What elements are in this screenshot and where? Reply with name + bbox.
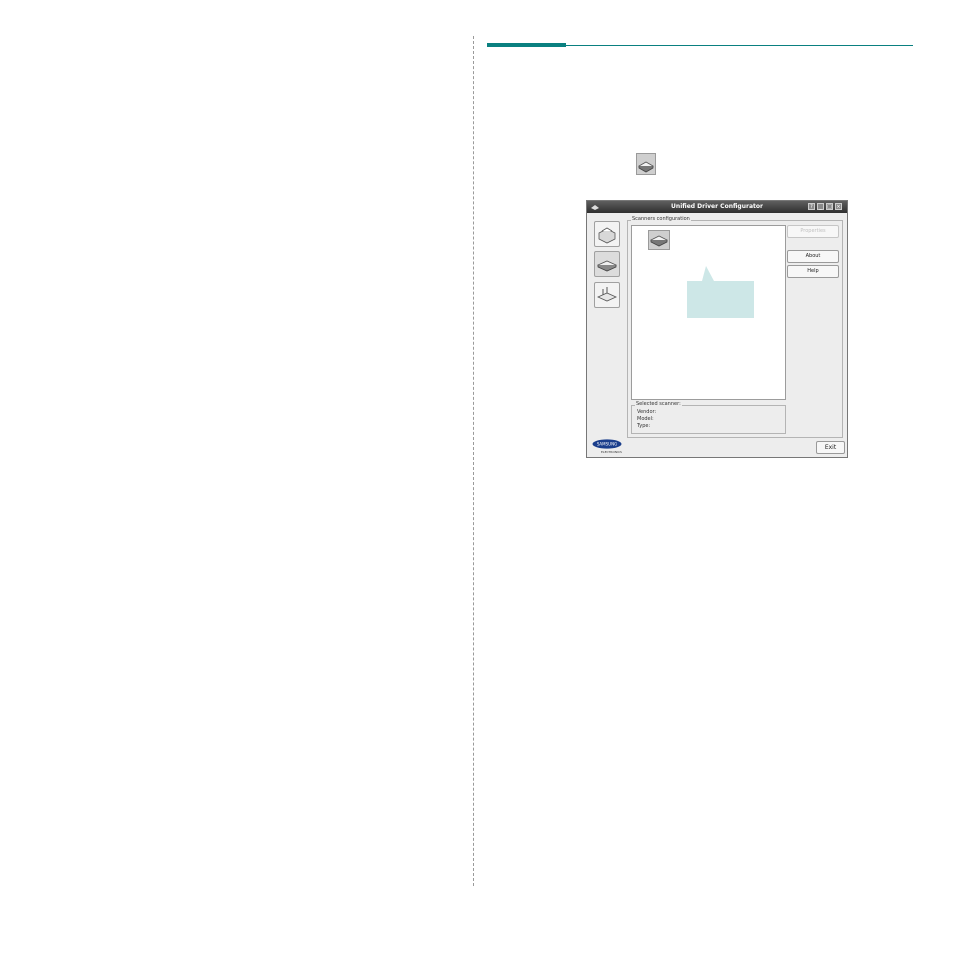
- properties-button[interactable]: Properties: [787, 225, 839, 238]
- scanner-icon: [650, 235, 668, 247]
- printers-configuration-button[interactable]: [594, 221, 620, 247]
- type-label: Type:: [637, 423, 651, 429]
- callout-box: [687, 281, 754, 318]
- selected-scanner-legend: Selected scanner:: [635, 401, 682, 407]
- callout-pointer: [702, 266, 714, 281]
- ports-configuration-button[interactable]: [594, 282, 620, 308]
- scanner-icon: [597, 260, 617, 272]
- vendor-label: Vendor:: [637, 409, 657, 415]
- model-label: Model:: [637, 416, 654, 422]
- scanner-list[interactable]: [631, 225, 786, 400]
- scanners-configuration-legend: Scanners configuration: [631, 216, 691, 222]
- printer-icon: [598, 227, 616, 244]
- list-item[interactable]: [648, 230, 670, 250]
- exit-button[interactable]: Exit: [816, 441, 845, 454]
- logo-subtitle: ELECTRONICS: [601, 450, 622, 454]
- section-rule: [566, 45, 913, 46]
- inline-scanner-icon: [636, 153, 656, 175]
- minimize-button[interactable]: _: [817, 203, 824, 210]
- column-divider: [473, 36, 474, 886]
- svg-text:SAMSUNG: SAMSUNG: [597, 442, 617, 447]
- scanners-configuration-button[interactable]: [594, 251, 620, 277]
- title-bar[interactable]: Unified Driver Configurator ? _ □ ×: [587, 201, 847, 213]
- port-icon: [597, 287, 617, 302]
- close-button[interactable]: ×: [835, 203, 842, 210]
- help-button[interactable]: Help: [787, 265, 839, 278]
- samsung-logo: SAMSUNG: [592, 439, 622, 449]
- section-rule-accent: [487, 43, 566, 47]
- maximize-button[interactable]: □: [826, 203, 833, 210]
- help-title-button[interactable]: ?: [808, 203, 815, 210]
- about-button[interactable]: About: [787, 250, 839, 263]
- unified-driver-configurator-window: Unified Driver Configurator ? _ □ × Scan…: [586, 200, 848, 458]
